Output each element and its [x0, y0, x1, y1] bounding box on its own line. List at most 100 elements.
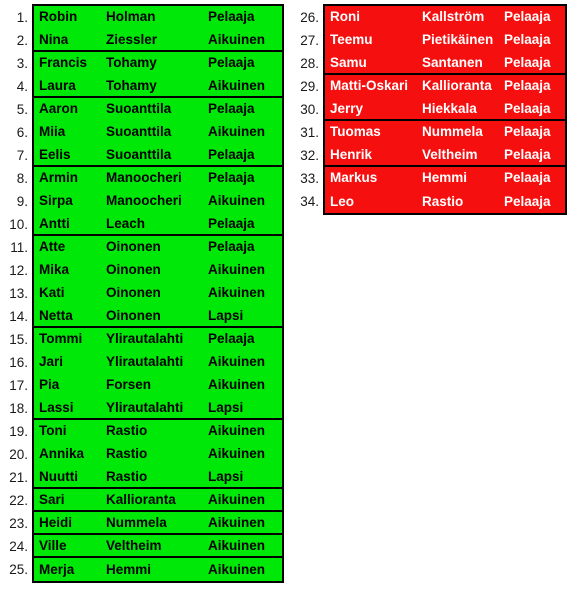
- green-table-row[interactable]: Jari Ylirautalahti Aikuinen: [34, 351, 282, 374]
- green-last-name: Ylirautalahti: [106, 399, 184, 415]
- green-last-name: Oinonen: [106, 262, 161, 277]
- green-role: Aikuinen: [208, 377, 266, 392]
- red-last-name: Veltheim: [422, 146, 478, 162]
- green-table-row[interactable]: Nina Ziessler Aikuinen: [34, 29, 282, 52]
- green-table-row[interactable]: Pia Forsen Aikuinen: [34, 374, 282, 397]
- red-row-number: 34.: [300, 194, 319, 209]
- green-table-row[interactable]: Laura Tohamy Aikuinen: [34, 75, 282, 98]
- green-table-row[interactable]: Antti Leach Pelaaja: [34, 213, 282, 236]
- green-first-name: Lassi: [39, 399, 74, 415]
- green-role: Aikuinen: [208, 285, 266, 300]
- red-first-name: Jerry: [330, 100, 364, 116]
- green-last-name: Manoocheri: [106, 193, 182, 208]
- green-table-row[interactable]: Francis Tohamy Pelaaja: [34, 52, 282, 75]
- green-table-row[interactable]: Tommi Ylirautalahti Pelaaja: [34, 328, 282, 351]
- green-last-name: Oinonen: [106, 307, 161, 323]
- green-first-name: Merja: [39, 561, 75, 577]
- green-table-row[interactable]: Toni Rastio Aikuinen: [34, 420, 282, 443]
- red-table-row[interactable]: Samu Santanen Pelaaja: [325, 52, 565, 75]
- green-row-number: 25.: [9, 562, 28, 577]
- green-table-row[interactable]: Kati Oinonen Aikuinen: [34, 282, 282, 305]
- green-last-name: Tohamy: [106, 77, 157, 93]
- green-table-row[interactable]: Mika Oinonen Aikuinen: [34, 259, 282, 282]
- green-row-number: 24.: [9, 539, 28, 554]
- green-table-row[interactable]: Lassi Ylirautalahti Lapsi: [34, 397, 282, 420]
- green-role: Aikuinen: [208, 423, 266, 438]
- green-first-name: Francis: [39, 55, 88, 70]
- green-first-name: Antti: [39, 215, 70, 231]
- green-table-row[interactable]: Miia Suoanttila Aikuinen: [34, 121, 282, 144]
- red-last-name: Santanen: [422, 54, 483, 70]
- green-table-row[interactable]: Eelis Suoanttila Pelaaja: [34, 144, 282, 167]
- green-first-name: Nina: [39, 31, 69, 47]
- green-table-row[interactable]: Heidi Nummela Aikuinen: [34, 512, 282, 535]
- green-table-row[interactable]: Netta Oinonen Lapsi: [34, 305, 282, 328]
- red-role: Pelaaja: [504, 32, 551, 47]
- green-role: Aikuinen: [208, 77, 266, 93]
- green-role: Lapsi: [208, 307, 244, 323]
- roster-screen: 1. 2. 3. 4. 5. 6. 7. 8. 9. 10. 11. 12. 13. 14. 15. 16. 1…: [0, 0, 587, 603]
- green-row-number: 1.: [16, 10, 28, 25]
- green-table-row[interactable]: Aaron Suoanttila Pelaaja: [34, 98, 282, 121]
- green-table-row[interactable]: Nuutti Rastio Lapsi: [34, 466, 282, 489]
- green-table-row[interactable]: Atte Oinonen Pelaaja: [34, 236, 282, 259]
- green-last-name: Ziessler: [106, 31, 158, 47]
- red-role: Pelaaja: [504, 146, 551, 162]
- green-first-name: Sirpa: [39, 193, 73, 208]
- green-last-name: Ylirautalahti: [106, 331, 184, 346]
- green-role: Aikuinen: [208, 124, 266, 139]
- red-row-number: 26.: [300, 10, 319, 25]
- green-last-name: Kallioranta: [106, 491, 176, 507]
- green-table-row[interactable]: Sirpa Manoocheri Aikuinen: [34, 190, 282, 213]
- red-table-row[interactable]: Jerry Hiekkala Pelaaja: [325, 98, 565, 121]
- red-table-row[interactable]: Leo Rastio Pelaaja: [325, 190, 565, 213]
- green-role: Pelaaja: [208, 239, 255, 254]
- green-role: Pelaaja: [208, 101, 255, 116]
- green-first-name: Annika: [39, 446, 85, 461]
- red-row-number: 33.: [300, 171, 319, 186]
- red-last-name: Hemmi: [422, 170, 468, 185]
- red-first-name: Markus: [330, 170, 378, 185]
- red-row-number: 28.: [300, 56, 319, 71]
- green-first-name: Robin: [39, 9, 78, 24]
- red-last-name: Kallström: [422, 9, 485, 24]
- green-row-number: 22.: [9, 493, 28, 508]
- green-row-number: 19.: [9, 424, 28, 439]
- green-last-name: Leach: [106, 215, 146, 231]
- green-role: Aikuinen: [208, 193, 266, 208]
- red-table-row[interactable]: Tuomas Nummela Pelaaja: [325, 121, 565, 144]
- red-table-row[interactable]: Matti-Oskari Kallioranta Pelaaja: [325, 75, 565, 98]
- green-row-number: 8.: [16, 171, 28, 186]
- red-table-row[interactable]: Roni Kallström Pelaaja: [325, 6, 565, 29]
- green-table-row[interactable]: Ville Veltheim Aikuinen: [34, 535, 282, 558]
- green-first-name: Kati: [39, 285, 65, 300]
- green-row-number: 17.: [9, 378, 28, 393]
- green-last-name: Hemmi: [106, 561, 152, 577]
- green-row-number: 7.: [16, 148, 28, 163]
- green-row-number: 12.: [9, 263, 28, 278]
- green-first-name: Pia: [39, 377, 60, 392]
- red-table-row[interactable]: Henrik Veltheim Pelaaja: [325, 144, 565, 167]
- red-role: Pelaaja: [504, 54, 551, 70]
- green-table-row[interactable]: Armin Manoocheri Pelaaja: [34, 167, 282, 190]
- green-table-row[interactable]: Merja Hemmi Aikuinen: [34, 558, 282, 581]
- green-role: Aikuinen: [208, 446, 266, 461]
- green-table-row[interactable]: Sari Kallioranta Aikuinen: [34, 489, 282, 512]
- green-row-number-gutter: 1. 2. 3. 4. 5. 6. 7. 8. 9. 10. 11. 12. 13. 14. 15. 16. 1…: [0, 4, 32, 581]
- green-table-row[interactable]: Annika Rastio Aikuinen: [34, 443, 282, 466]
- green-last-name: Forsen: [106, 377, 152, 392]
- green-row-number: 3.: [16, 56, 28, 71]
- green-row-number: 11.: [10, 240, 28, 255]
- red-table-row[interactable]: Teemu Pietikäinen Pelaaja: [325, 29, 565, 52]
- red-last-name: Rastio: [422, 193, 464, 209]
- green-role: Aikuinen: [208, 561, 266, 577]
- green-last-name: Suoanttila: [106, 101, 172, 116]
- green-role: Lapsi: [208, 399, 244, 415]
- red-role: Pelaaja: [504, 78, 551, 93]
- red-first-name: Teemu: [330, 32, 373, 47]
- red-role: Pelaaja: [504, 170, 551, 185]
- green-first-name: Miia: [39, 124, 66, 139]
- red-table-row[interactable]: Markus Hemmi Pelaaja: [325, 167, 565, 190]
- green-table-row[interactable]: Robin Holman Pelaaja: [34, 6, 282, 29]
- green-row-number: 15.: [9, 332, 28, 347]
